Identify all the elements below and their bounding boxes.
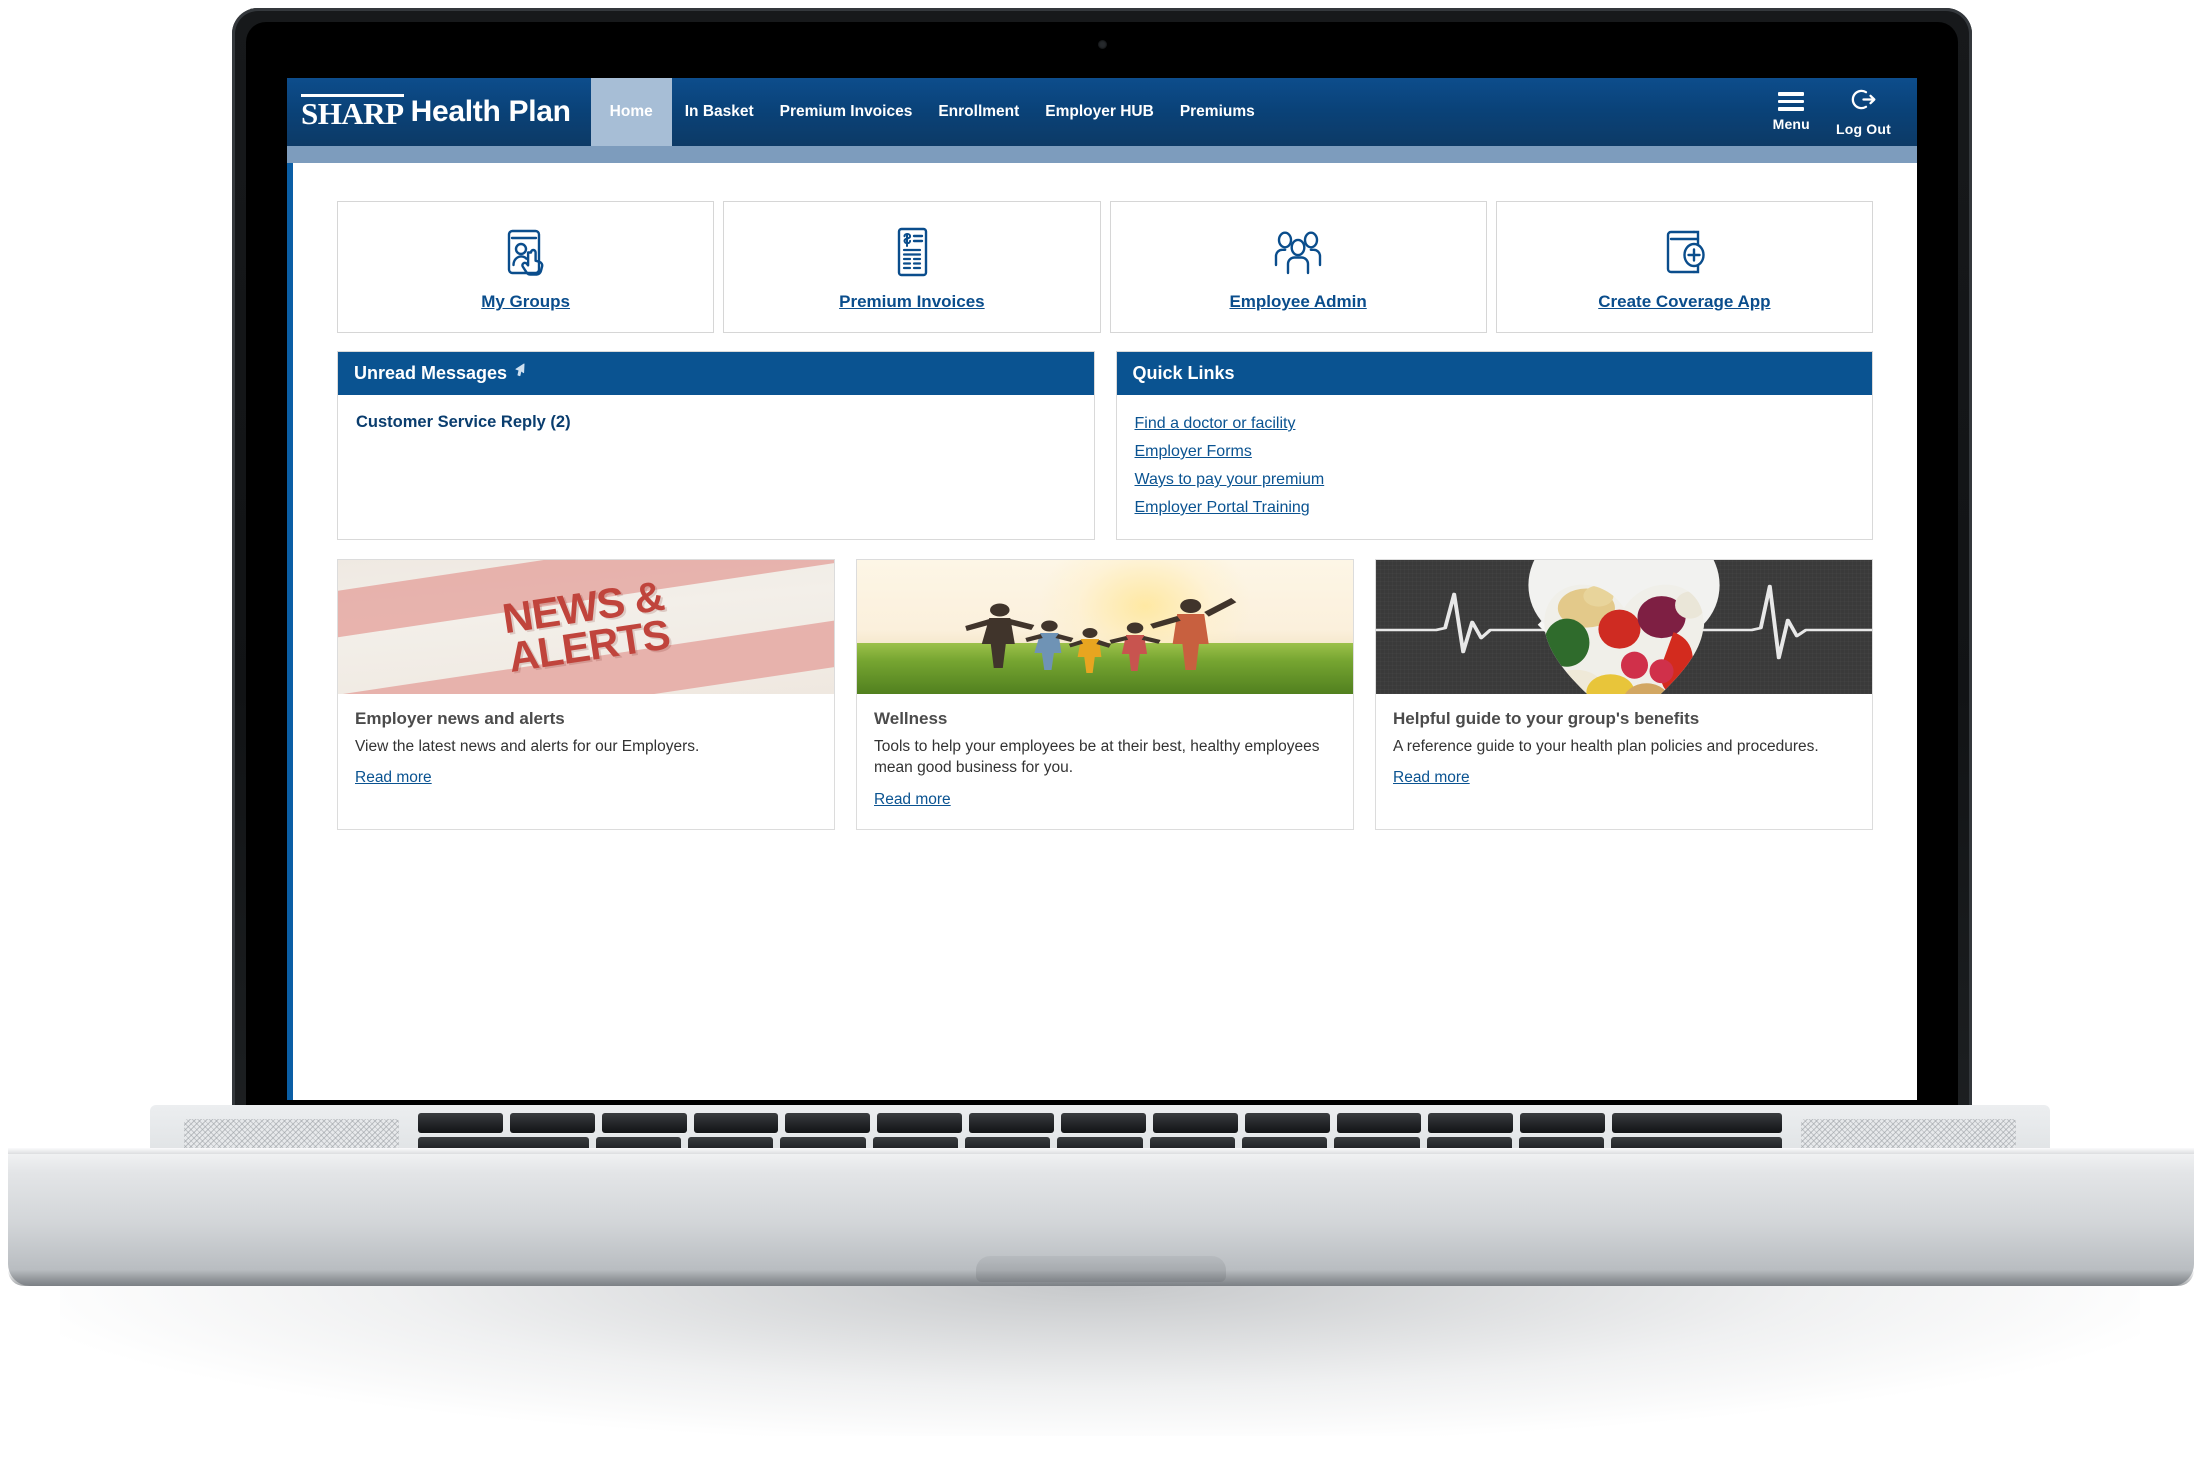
nav-item-employer-hub[interactable]: Employer HUB: [1032, 78, 1167, 146]
unread-message-item[interactable]: Customer Service Reply (2): [356, 413, 1076, 432]
logout-arrow-icon: [1850, 88, 1877, 116]
content-cards: NEWS & ALERTS Employer news and alerts V…: [337, 559, 1873, 830]
quick-link-portal-training[interactable]: Employer Portal Training: [1135, 499, 1310, 517]
card-benefits-guide-read-more[interactable]: Read more: [1393, 769, 1470, 787]
news-and-alerts-banner: NEWS & ALERTS: [338, 560, 834, 694]
brand-sharp-text: SHARP: [301, 93, 404, 131]
tile-create-coverage-app-label: Create Coverage App: [1598, 292, 1771, 311]
unread-messages-header: Unread Messages: [338, 352, 1094, 395]
dashboard-panels: Unread Messages Customer Service Reply (…: [337, 351, 1873, 540]
vegetables-group: [1544, 584, 1704, 694]
quick-links-list: Find a doctor or facility Employer Forms…: [1135, 413, 1855, 517]
invoice-dollar-icon: [884, 222, 940, 282]
nav-item-premium-invoices[interactable]: Premium Invoices: [767, 78, 926, 146]
quick-link-ways-to-pay[interactable]: Ways to pay your premium: [1135, 471, 1325, 489]
brand-logo[interactable]: SHARP Health Plan: [287, 78, 591, 146]
menu-button-label: Menu: [1772, 116, 1810, 132]
header-accent-bar: [287, 146, 1917, 163]
news-banner-art: NEWS & ALERTS: [338, 560, 834, 694]
top-navigation-bar: SHARP Health Plan Home In Basket Premium…: [287, 78, 1917, 146]
heart-photo-art: [1376, 560, 1872, 694]
card-employer-news-read-more[interactable]: Read more: [355, 769, 432, 787]
card-wellness: Wellness Tools to help your employees be…: [856, 559, 1354, 830]
top-bar-actions: Menu Log Out: [1763, 78, 1917, 146]
unread-messages-title: Unread Messages: [354, 363, 508, 383]
tile-employee-admin[interactable]: Employee Admin: [1109, 201, 1487, 333]
unread-messages-panel: Unread Messages Customer Service Reply (…: [337, 351, 1095, 540]
card-wellness-desc: Tools to help your employees be at their…: [874, 738, 1320, 777]
unread-messages-body: Customer Service Reply (2): [338, 395, 1094, 513]
content-bottom-spacer: [337, 830, 1873, 864]
quick-links-panel: Quick Links Find a doctor or facility Em…: [1115, 351, 1873, 540]
tile-premium-invoices[interactable]: Premium Invoices: [723, 201, 1101, 333]
nav-item-enrollment[interactable]: Enrollment: [925, 78, 1032, 146]
card-employer-news-desc: View the latest news and alerts for our …: [355, 738, 700, 755]
tile-premium-invoices-label: Premium Invoices: [839, 292, 985, 311]
cursor-arrow-icon: [514, 363, 526, 379]
card-employer-news-title: Employer news and alerts: [355, 709, 565, 728]
base-lip: [8, 1148, 2194, 1154]
menu-button[interactable]: Menu: [1773, 92, 1810, 132]
card-wellness-body: Wellness Tools to help your employees be…: [857, 694, 1353, 829]
desk-shadow: [60, 1286, 2140, 1436]
webcam-icon: [1098, 40, 1107, 49]
heart-vegetables-ecg-photo: [1376, 560, 1872, 694]
quick-action-tiles: My Groups Premium Invoices Employee Admi…: [337, 201, 1873, 333]
quick-link-employer-forms[interactable]: Employer Forms: [1135, 443, 1252, 461]
page-content: My Groups Premium Invoices Employee Admi…: [293, 163, 1917, 1100]
nav-item-home[interactable]: Home: [590, 78, 672, 146]
card-wellness-title: Wellness: [874, 709, 948, 728]
brand-health-plan-text: Health Plan: [410, 95, 571, 128]
keyboard-row: [418, 1113, 1782, 1133]
employer-portal-app: SHARP Health Plan Home In Basket Premium…: [287, 78, 1917, 1100]
tile-create-coverage-app[interactable]: Create Coverage App: [1495, 201, 1873, 333]
logout-button[interactable]: Log Out: [1836, 88, 1891, 137]
card-benefits-guide-title: Helpful guide to your group's benefits: [1393, 709, 1700, 728]
card-plus-icon: [1656, 222, 1712, 282]
main-nav: Home In Basket Premium Invoices Enrollme…: [590, 78, 1268, 146]
quick-links-body: Find a doctor or facility Employer Forms…: [1117, 395, 1873, 539]
card-benefits-guide-desc: A reference guide to your health plan po…: [1393, 738, 1819, 755]
page-wrapper: My Groups Premium Invoices Employee Admi…: [287, 163, 1917, 1100]
id-card-person-tap-icon: [498, 222, 554, 282]
card-benefits-guide: Helpful guide to your group's benefits A…: [1375, 559, 1873, 830]
nav-item-premiums[interactable]: Premiums: [1167, 78, 1268, 146]
nav-item-in-basket[interactable]: In Basket: [672, 78, 767, 146]
family-silhouettes: [965, 598, 1237, 673]
card-employer-news: NEWS & ALERTS Employer news and alerts V…: [337, 559, 835, 830]
card-employer-news-body: Employer news and alerts View the latest…: [338, 694, 834, 807]
quick-links-header: Quick Links: [1116, 352, 1872, 395]
tile-my-groups-label: My Groups: [481, 292, 571, 311]
card-benefits-guide-body: Helpful guide to your group's benefits A…: [1376, 694, 1872, 807]
people-group-icon: [1268, 222, 1328, 282]
laptop-screen: SHARP Health Plan Home In Basket Premium…: [287, 78, 1917, 1100]
logout-button-label: Log Out: [1835, 120, 1891, 137]
quick-links-title: Quick Links: [1132, 363, 1235, 383]
base-shadow: [8, 1270, 2194, 1286]
tile-my-groups[interactable]: My Groups: [337, 201, 715, 333]
card-wellness-read-more[interactable]: Read more: [874, 791, 951, 809]
laptop-base: [8, 1148, 2194, 1286]
quick-link-find-a-doctor[interactable]: Find a doctor or facility: [1135, 415, 1296, 433]
hamburger-icon: [1778, 92, 1805, 111]
family-running-field-photo: [857, 560, 1353, 694]
tile-employee-admin-label: Employee Admin: [1229, 292, 1367, 311]
wellness-photo-art: [857, 560, 1353, 694]
screenshot-stage: SHARP Health Plan Home In Basket Premium…: [0, 0, 2200, 1467]
